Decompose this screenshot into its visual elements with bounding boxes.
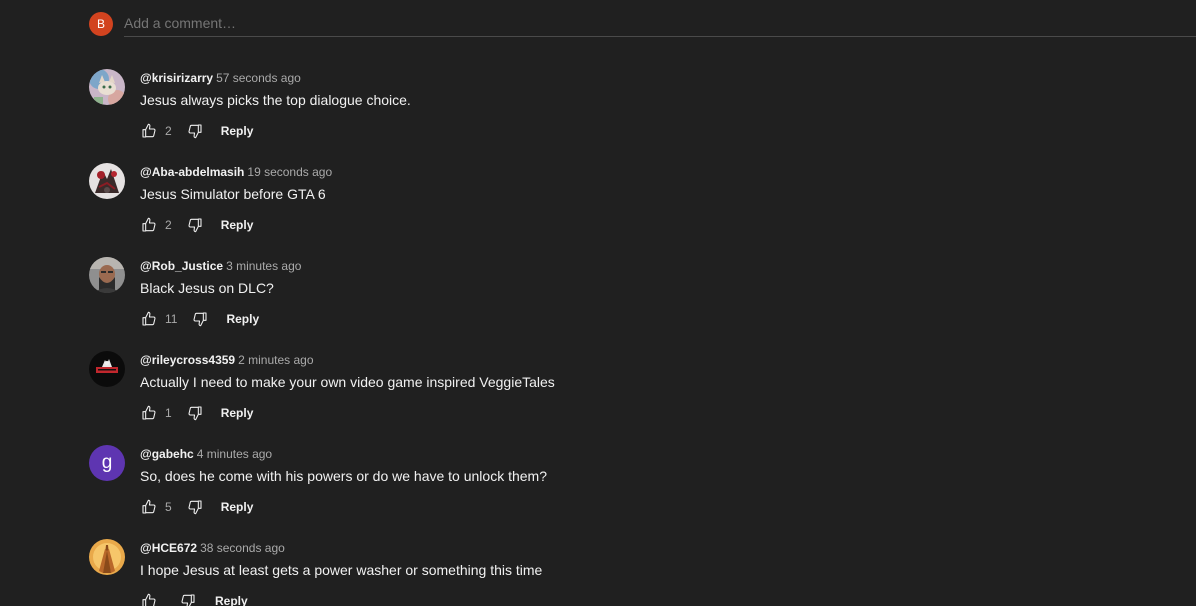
commenter-avatar[interactable] xyxy=(89,163,125,199)
reply-button[interactable]: Reply xyxy=(226,312,259,326)
commenter-avatar[interactable] xyxy=(89,69,125,105)
comment-text: Jesus always picks the top dialogue choi… xyxy=(140,92,411,108)
comment-timestamp[interactable]: 2 minutes ago xyxy=(238,353,313,367)
current-user-avatar[interactable]: B xyxy=(89,12,113,36)
commenter-avatar[interactable] xyxy=(89,351,125,387)
comment-item: @Aba-abdelmasih 19 seconds ago Jesus Simu… xyxy=(89,163,1089,253)
comment-timestamp[interactable]: 38 seconds ago xyxy=(200,541,285,555)
like-count: 2 xyxy=(165,124,172,138)
comment-item: @HCE672 38 seconds ago I hope Jesus at le… xyxy=(89,539,1089,606)
comment-author[interactable]: @HCE672 xyxy=(140,541,197,555)
like-icon[interactable] xyxy=(140,498,158,516)
comment-text: Black Jesus on DLC? xyxy=(140,280,274,296)
comment-item: g @gabehc 4 minutes ago So, does he come … xyxy=(89,445,1089,535)
comment-item: @rileycross4359 2 minutes ago Actually I … xyxy=(89,351,1089,441)
dislike-icon[interactable] xyxy=(179,592,197,606)
comment-text: So, does he come with his powers or do w… xyxy=(140,468,547,484)
comment-timestamp[interactable]: 4 minutes ago xyxy=(197,447,272,461)
comment-actions: 2 Reply xyxy=(140,215,253,235)
dislike-icon[interactable] xyxy=(186,216,204,234)
like-icon[interactable] xyxy=(140,404,158,422)
comment-text: I hope Jesus at least gets a power washe… xyxy=(140,562,543,578)
reply-button[interactable]: Reply xyxy=(221,124,254,138)
comment-author[interactable]: @Rob_Justice xyxy=(140,259,223,273)
reply-button[interactable]: Reply xyxy=(215,594,248,606)
like-icon[interactable] xyxy=(140,122,158,140)
like-icon[interactable] xyxy=(140,216,158,234)
comments-section: B @krisirizarry57 seconds ago Jesus alwa… xyxy=(0,0,1196,606)
add-comment-row: B xyxy=(89,9,1196,37)
comment-author[interactable]: @gabehc xyxy=(140,447,194,461)
comment-actions: 2 Reply xyxy=(140,121,253,141)
reply-button[interactable]: Reply xyxy=(221,406,254,420)
add-comment-input[interactable] xyxy=(124,9,1196,37)
like-count: 11 xyxy=(165,312,178,326)
like-icon[interactable] xyxy=(140,310,158,328)
comment-actions: Reply xyxy=(140,591,248,606)
comment-author[interactable]: @Aba-abdelmasih xyxy=(140,165,244,179)
commenter-avatar[interactable] xyxy=(89,257,125,293)
commenter-avatar[interactable] xyxy=(89,539,125,575)
comment-author[interactable]: @rileycross4359 xyxy=(140,353,235,367)
dislike-icon[interactable] xyxy=(186,122,204,140)
dislike-icon[interactable] xyxy=(186,498,204,516)
dislike-icon[interactable] xyxy=(186,404,204,422)
comment-timestamp[interactable]: 3 minutes ago xyxy=(226,259,301,273)
commenter-avatar[interactable]: g xyxy=(89,445,125,481)
like-icon[interactable] xyxy=(140,592,158,606)
comment-item: @krisirizarry 57 seconds ago Jesus always… xyxy=(89,69,1089,159)
comment-actions: 11 Reply xyxy=(140,309,259,329)
comment-timestamp[interactable]: 57 seconds ago xyxy=(216,71,301,85)
like-count: 2 xyxy=(165,218,172,232)
comment-item: @Rob_Justice 3 minutes ago Black Jesus on… xyxy=(89,257,1089,347)
comment-author[interactable]: @krisirizarry xyxy=(140,71,213,85)
comment-text: Jesus Simulator before GTA 6 xyxy=(140,186,326,202)
reply-button[interactable]: Reply xyxy=(221,218,254,232)
comment-actions: 1 Reply xyxy=(140,403,253,423)
like-count: 5 xyxy=(165,500,172,514)
dislike-icon[interactable] xyxy=(191,310,209,328)
reply-button[interactable]: Reply xyxy=(221,500,254,514)
comment-actions: 5 Reply xyxy=(140,497,253,517)
like-count: 1 xyxy=(165,406,172,420)
comment-timestamp[interactable]: 19 seconds ago xyxy=(247,165,332,179)
comment-text: Actually I need to make your own video g… xyxy=(140,374,555,390)
